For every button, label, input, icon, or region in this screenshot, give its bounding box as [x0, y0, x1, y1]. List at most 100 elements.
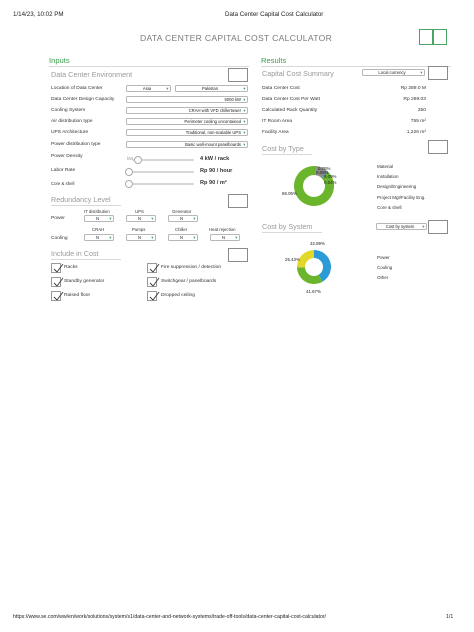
- redundancy-info-button[interactable]: [228, 194, 248, 208]
- print-url: https://www.se.com/ww/en/work/solutions/…: [13, 614, 327, 620]
- pie-label: 32.89%: [310, 241, 325, 246]
- cooling-system-label: Cooling System: [51, 108, 86, 113]
- raised-floor-checkbox[interactable]: [51, 291, 64, 301]
- rack-qty-label: Calculated Rack Quantity: [262, 108, 318, 113]
- racks-checkbox[interactable]: [51, 263, 64, 273]
- results-divider: [261, 66, 451, 67]
- pie-label: 9.09%: [324, 174, 337, 179]
- core-shell-label: Core & shell: [51, 181, 75, 186]
- facility-area-label: Facility Area: [262, 130, 289, 135]
- currency-select[interactable]: Local currency: [362, 69, 425, 76]
- check-icon: [149, 291, 160, 301]
- grid-view-button[interactable]: [419, 29, 433, 45]
- labor-rate-slider[interactable]: [126, 171, 194, 173]
- cost-per-watt-label: Data Center Cost Per Watt: [262, 97, 320, 102]
- pie-label: 25.43%: [285, 257, 300, 262]
- power-col-ups: UPS: [135, 209, 144, 214]
- ups-architecture-label: UPS Architecture: [51, 130, 89, 135]
- air-distribution-select[interactable]: Perimeter cooling uncontained: [126, 118, 248, 125]
- power-row-label: Power: [51, 216, 65, 221]
- cooling-heat-rejection-select[interactable]: N: [210, 234, 240, 241]
- power-col-it: IT distribution: [84, 209, 110, 214]
- results-heading: Results: [261, 56, 287, 65]
- system-legend-other: Other: [377, 275, 389, 280]
- racks-label: Racks: [64, 265, 78, 270]
- redundancy-heading: Redundancy Level: [51, 195, 111, 204]
- cooling-system-select[interactable]: CRAH with VFD chillertower: [126, 107, 248, 114]
- list-view-button[interactable]: [433, 29, 447, 45]
- core-shell-slider[interactable]: [126, 183, 194, 185]
- power-col-generator: Generator: [172, 209, 192, 214]
- cooling-chiller-select[interactable]: N: [168, 234, 198, 241]
- system-legend-cooling: Cooling: [377, 265, 393, 270]
- raised-floor-label: Raised floor: [64, 293, 91, 298]
- cost-by-type-divider: [262, 154, 312, 155]
- app-title: DATA CENTER CAPITAL COST CALCULATOR: [140, 33, 333, 43]
- cooling-pumps-select[interactable]: N: [126, 234, 156, 241]
- cost-by-system-info-button[interactable]: [428, 220, 448, 234]
- include-heading: Include in Cost: [51, 249, 99, 258]
- core-shell-value: Rp 90 / m²: [200, 180, 227, 186]
- power-distribution-select[interactable]: Basic wall-mount panelboards: [126, 141, 248, 148]
- pie-label: 0.04%: [324, 180, 337, 185]
- facility-area-value: 1,226 m²: [406, 130, 426, 135]
- check-icon: [149, 277, 160, 287]
- cost-view-select[interactable]: Cost by system: [376, 223, 427, 230]
- location-label: Location of Data Center: [51, 86, 103, 91]
- type-legend-project: Project Mgt/Facility Eng.: [377, 195, 426, 200]
- cost-per-watt-value: Rp 289.03: [403, 97, 426, 102]
- dropped-ceiling-label: Dropped ceiling: [161, 293, 195, 298]
- cooling-col-pumps: Pumps: [132, 227, 146, 232]
- summary-info-button[interactable]: [428, 66, 448, 80]
- region-select[interactable]: Asia: [126, 85, 171, 92]
- labor-rate-label: Labor Rate: [51, 168, 76, 173]
- system-legend-power: Power: [377, 255, 390, 260]
- cost-by-system-heading: Cost by System: [262, 222, 313, 231]
- standby-generator-checkbox[interactable]: [51, 277, 64, 287]
- type-legend-core-shell: Core & shell: [377, 205, 402, 210]
- include-info-button[interactable]: [228, 248, 248, 262]
- it-room-area-value: 755 m²: [410, 119, 426, 124]
- country-select[interactable]: Pakistan: [175, 85, 248, 92]
- it-room-area-label: IT Room Area: [262, 119, 293, 124]
- type-legend-material: Material: [377, 164, 394, 169]
- summary-heading: Capital Cost Summary: [262, 69, 334, 78]
- power-density-handle[interactable]: [134, 156, 142, 164]
- cooling-crah-select[interactable]: N: [84, 234, 114, 241]
- dropped-ceiling-checkbox[interactable]: [147, 291, 160, 301]
- labor-rate-value: Rp 90 / hour: [200, 168, 233, 174]
- switchgear-checkbox[interactable]: [147, 277, 160, 287]
- switchgear-label: Switchgear / panelboards: [161, 279, 217, 284]
- dc-cost-value: Rp 289.0 M: [400, 86, 426, 91]
- cooling-col-chiller: Chiller: [175, 227, 188, 232]
- fire-suppression-checkbox[interactable]: [147, 263, 160, 273]
- environment-info-button[interactable]: [228, 68, 248, 82]
- rack-qty-value: 250: [417, 108, 426, 113]
- power-distribution-label: Power distribution type: [51, 142, 101, 147]
- inputs-divider: [49, 66, 249, 67]
- pie-label: 86.05%: [282, 191, 297, 196]
- redundancy-divider: [51, 205, 121, 206]
- print-timestamp: 1/14/23, 10:02 PM: [13, 11, 64, 18]
- air-distribution-label: Air distribution type: [51, 119, 93, 124]
- cost-by-type-heading: Cost by Type: [262, 144, 304, 153]
- power-ups-select[interactable]: N: [126, 215, 156, 222]
- check-icon: [149, 263, 160, 273]
- power-generator-select[interactable]: N: [168, 215, 198, 222]
- labor-rate-handle[interactable]: [125, 168, 133, 176]
- dc-cost-label: Data Center Cost: [262, 86, 300, 91]
- ups-architecture-select[interactable]: Traditional, non-scalable UPS: [126, 129, 248, 136]
- cost-by-system-divider: [262, 232, 322, 233]
- cost-by-type-info-button[interactable]: [428, 140, 448, 154]
- core-shell-handle[interactable]: [125, 180, 133, 188]
- cost-by-type-chart: 86.05%0.76%0.06%9.09%0.04%: [282, 166, 337, 206]
- capacity-label: Data Center Design Capacity: [51, 97, 115, 102]
- pie-label: 41.67%: [306, 289, 321, 294]
- cost-by-system-chart: 32.89% 25.43% 41.67%: [285, 241, 331, 294]
- fire-suppression-label: Fire suppression / detection: [161, 265, 222, 270]
- power-it-select[interactable]: N: [84, 215, 114, 222]
- print-page-title: Data Center Capital Cost Calculator: [225, 11, 324, 18]
- inputs-heading: Inputs: [49, 56, 70, 65]
- capacity-select[interactable]: 5000 kW: [126, 96, 248, 103]
- slice-cooling: [297, 267, 323, 284]
